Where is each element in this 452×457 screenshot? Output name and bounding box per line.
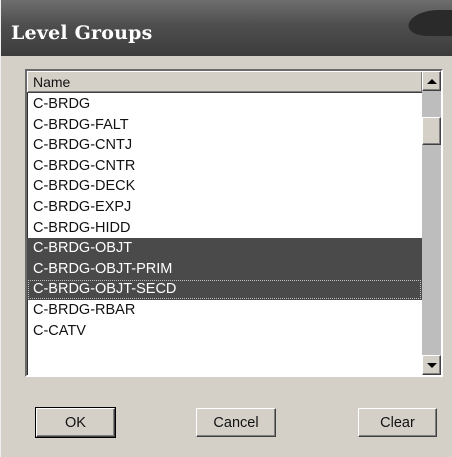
- level-groups-list[interactable]: Name C-BRDG C-BRDG-FALT C-BRDG-CNTJ C-BR…: [25, 69, 443, 377]
- list-item[interactable]: C-BRDG-FALT: [27, 115, 422, 136]
- list-item[interactable]: C-BRDG-CNTJ: [27, 135, 422, 156]
- list-item[interactable]: C-BRDG-OBJT: [27, 238, 422, 259]
- list-item[interactable]: C-BRDG-OBJT-PRIM: [27, 258, 422, 280]
- list-item[interactable]: C-BRDG-CNTR: [27, 156, 422, 177]
- vertical-scrollbar[interactable]: [422, 71, 441, 375]
- scroll-up-button[interactable]: [422, 71, 441, 91]
- list-item[interactable]: C-BRDG: [27, 94, 422, 115]
- cancel-button[interactable]: Cancel: [196, 408, 276, 437]
- window-title: Level Groups: [11, 22, 153, 44]
- scroll-down-button[interactable]: [422, 355, 441, 375]
- scrollbar-thumb[interactable]: [422, 117, 441, 145]
- list-item[interactable]: C-BRDG-DECK: [27, 176, 422, 197]
- list-item[interactable]: C-BRDG-EXPJ: [27, 197, 422, 218]
- clear-button[interactable]: Clear: [358, 408, 437, 437]
- ok-button-label: OK: [65, 414, 86, 431]
- list-item[interactable]: C-BRDG-HIDD: [27, 218, 422, 239]
- list-item[interactable]: C-BRDG-RBAR: [27, 300, 422, 321]
- column-header-name[interactable]: Name: [27, 71, 422, 93]
- titlebar-decoration: [404, 10, 452, 36]
- title-bar[interactable]: Level Groups: [1, 0, 452, 56]
- list-item[interactable]: C-BRDG-OBJT-SECD: [27, 279, 422, 300]
- clear-button-label: Clear: [380, 414, 415, 431]
- list-item[interactable]: C-CATV: [27, 321, 422, 342]
- cancel-button-label: Cancel: [213, 414, 259, 431]
- arrow-down-icon: [426, 362, 437, 368]
- arrow-up-icon: [426, 78, 437, 84]
- level-groups-dialog: Level Groups Name C-BRDG C-BRDG-FALT C-B…: [0, 0, 452, 457]
- list-rows: C-BRDG C-BRDG-FALT C-BRDG-CNTJ C-BRDG-CN…: [27, 94, 422, 341]
- ok-button[interactable]: OK: [35, 407, 116, 438]
